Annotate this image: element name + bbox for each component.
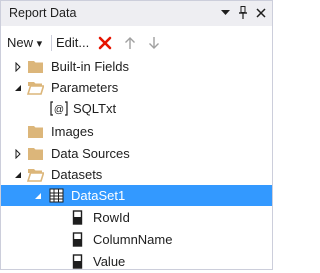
edit-button[interactable]: Edit... [56, 33, 89, 53]
collapse-arrow-icon[interactable] [33, 190, 43, 200]
new-button[interactable]: New ▾ [7, 33, 42, 53]
tree-item-label: Built-in Fields [51, 59, 130, 74]
tree-item-columnname[interactable]: ColumnName [1, 229, 272, 250]
close-icon[interactable] [253, 5, 269, 21]
new-button-label: New [7, 35, 34, 50]
tree-item-label: RowId [93, 210, 130, 225]
tree-item-label: ColumnName [93, 232, 173, 247]
tree-item-label: Parameters [51, 80, 119, 95]
panel-title: Report Data [9, 6, 77, 20]
parameter-icon: @ [49, 100, 69, 117]
folder-open-icon [26, 166, 45, 183]
dropdown-menu-icon[interactable] [217, 5, 233, 21]
toolbar: New ▾ Edit... [1, 30, 272, 56]
move-up-icon[interactable] [124, 36, 136, 56]
tree-item-label: Data Sources [51, 146, 130, 161]
tree-item-dataset1[interactable]: DataSet1 [1, 185, 272, 206]
tree-item-label: Value [93, 254, 126, 269]
new-dropdown-icon: ▾ [36, 38, 43, 50]
tree-item-label: Datasets [51, 167, 103, 182]
delete-icon[interactable] [98, 36, 112, 56]
tree-item-label: Images [51, 124, 94, 139]
report-data-panel: Report Data New ▾ Edit... Built-in Field… [0, 0, 273, 270]
folder-icon [27, 123, 44, 140]
tree-item-sqltxt[interactable]: @ SQLTxt [1, 98, 272, 119]
panel-titlebar[interactable]: Report Data [1, 1, 272, 26]
folder-icon [27, 145, 44, 162]
dataset-icon [48, 187, 65, 204]
field-icon [69, 209, 86, 226]
svg-text:@: @ [54, 105, 64, 116]
folder-open-icon [26, 79, 45, 96]
toolbar-separator [51, 35, 52, 51]
tree-item-built-in-fields[interactable]: Built-in Fields [1, 56, 272, 77]
field-icon [69, 231, 86, 248]
pin-icon[interactable] [235, 5, 251, 21]
tree-item-parameters[interactable]: Parameters [1, 77, 272, 98]
move-down-icon[interactable] [148, 36, 160, 56]
tree-item-images[interactable]: Images [1, 121, 272, 142]
tree-item-label: DataSet1 [71, 188, 126, 203]
collapse-arrow-icon[interactable] [13, 82, 23, 92]
field-icon [69, 253, 86, 270]
expand-arrow-icon[interactable] [13, 148, 23, 160]
tree-item-rowid[interactable]: RowId [1, 207, 272, 228]
expand-arrow-icon[interactable] [13, 61, 23, 73]
collapse-arrow-icon[interactable] [13, 169, 23, 179]
tree-item-data-sources[interactable]: Data Sources [1, 143, 272, 164]
tree-item-label: SQLTxt [73, 101, 117, 116]
tree-item-value[interactable]: Value [1, 251, 272, 272]
folder-icon [27, 58, 44, 75]
tree-item-datasets[interactable]: Datasets [1, 164, 272, 185]
